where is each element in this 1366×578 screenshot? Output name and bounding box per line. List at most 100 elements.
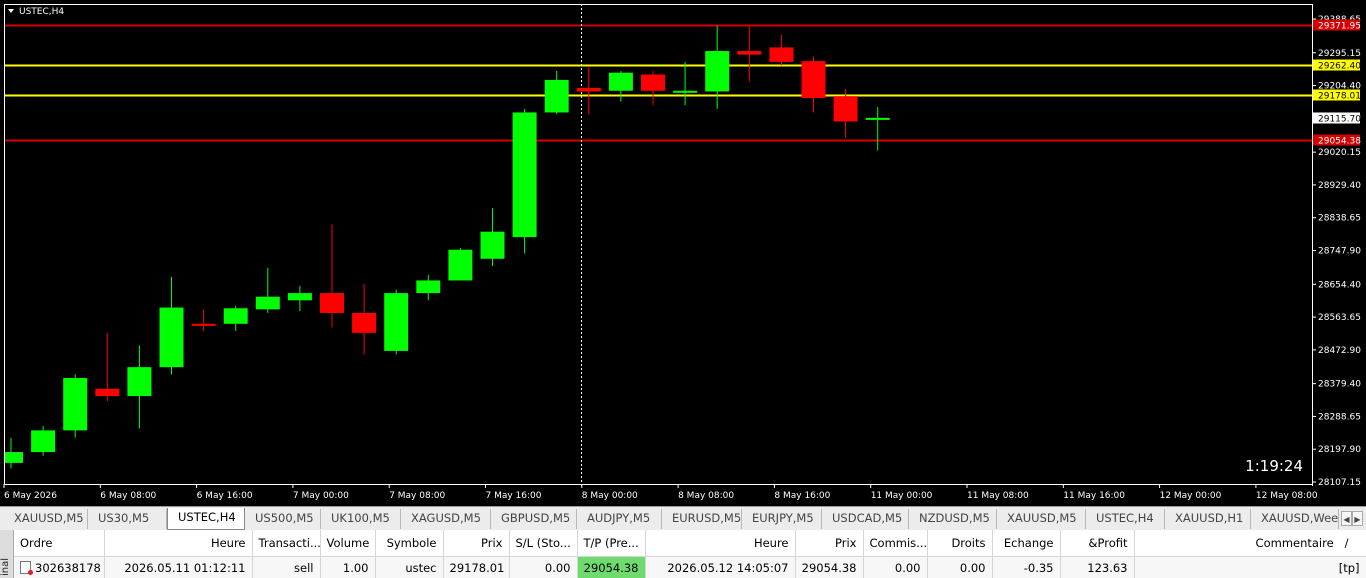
- column-header-commission[interactable]: Commis...: [863, 530, 928, 557]
- cell-profit: 123.63: [1060, 556, 1135, 578]
- sort-indicator-icon: /: [1344, 536, 1349, 550]
- candle-body: [287, 293, 312, 301]
- chart-tab[interactable]: UK100,M5: [321, 509, 401, 529]
- bar-countdown-timer: 1:19:24: [1245, 457, 1303, 475]
- table-row[interactable]: 302638178 2026.05.11 01:12:11 sell 1.00 …: [14, 556, 1366, 578]
- chart-tab[interactable]: XAUUSD,Weekl: [1251, 509, 1339, 529]
- column-header-profit[interactable]: &Profit: [1060, 530, 1135, 557]
- column-header-close-time[interactable]: Heure: [645, 530, 796, 557]
- chart-symbol-title: USTEC,H4: [19, 7, 64, 17]
- column-header-symbol[interactable]: Symbole: [375, 530, 444, 557]
- candle-body: [5, 452, 23, 463]
- price-axis-label: 28838.65: [1318, 214, 1361, 224]
- column-header-close-price[interactable]: Prix: [795, 530, 864, 557]
- price-axis-label: 28107.15: [1318, 478, 1361, 488]
- candle: [384, 289, 409, 355]
- chart-tab[interactable]: GBPUSD,M5: [491, 509, 577, 529]
- column-header-open-time[interactable]: Heure: [104, 530, 253, 557]
- candle-body: [737, 51, 762, 55]
- cell-take-profit: 29054.38: [577, 556, 646, 578]
- price-axis-label: 28563.65: [1318, 313, 1361, 323]
- time-axis-label: 11 May 00:00: [871, 491, 933, 501]
- candle-body: [191, 323, 216, 326]
- cell-type: sell: [252, 556, 321, 578]
- column-header-volume[interactable]: Volume: [320, 530, 376, 557]
- price-axis-label: 29295.15: [1318, 49, 1361, 59]
- cell-open-time: 2026.05.11 01:12:11: [104, 556, 253, 578]
- cell-symbol: ustec: [375, 556, 444, 578]
- time-axis-label: 8 May 08:00: [678, 491, 734, 501]
- time-axis-label: 6 May 2026: [4, 491, 57, 501]
- price-axis-label: 28197.90: [1318, 445, 1361, 455]
- column-header-fees[interactable]: Droits: [927, 530, 993, 557]
- candle-body: [223, 308, 248, 324]
- column-header-comment[interactable]: Commentaire /: [1134, 530, 1366, 557]
- chart-tab[interactable]: EURUSD,M5: [662, 509, 742, 529]
- level-price-label: 29054.38: [1318, 137, 1361, 147]
- table-header-row: Ordre Heure Transacti... Volume Symbole …: [14, 530, 1366, 557]
- column-header-price[interactable]: Prix: [443, 530, 510, 557]
- cell-price: 29178.01: [443, 556, 510, 578]
- chart-tab[interactable]: US30,M5: [88, 509, 167, 529]
- cell-order: 302638178: [14, 556, 105, 578]
- trade-history-table: Ordre Heure Transacti... Volume Symbole …: [14, 530, 1366, 578]
- candle-body: [544, 79, 569, 113]
- chart-tab[interactable]: AUDJPY,M5: [577, 509, 662, 529]
- candle-body: [865, 117, 890, 120]
- time-axis-label: 8 May 00:00: [582, 491, 638, 501]
- chart-tab[interactable]: USTEC,H4: [1086, 509, 1165, 529]
- terminal-side-tab[interactable]: inal: [0, 530, 14, 578]
- chart-tab[interactable]: XAUUSD,M5: [997, 509, 1086, 529]
- candle: [63, 374, 88, 438]
- candle-body: [673, 90, 698, 93]
- chart-tab[interactable]: USTEC,H4: [167, 508, 245, 530]
- column-header-type[interactable]: Transacti...: [252, 530, 321, 557]
- level-price-label: 29262.40: [1318, 62, 1361, 72]
- candle-body: [95, 388, 120, 397]
- candle-body: [352, 312, 377, 333]
- chart-tab[interactable]: XAUUSD,M5: [4, 509, 88, 529]
- cell-volume: 1.00: [320, 556, 376, 578]
- column-header-order[interactable]: Ordre: [14, 530, 105, 557]
- tabs-scroll-right-icon[interactable]: ▶: [1352, 511, 1363, 526]
- level-price-label: 29178.01: [1318, 92, 1361, 102]
- candle-body: [576, 87, 601, 92]
- time-axis-label: 7 May 00:00: [293, 491, 349, 501]
- candle-body: [608, 72, 633, 91]
- candle-body: [320, 293, 344, 313]
- chart-tab[interactable]: US500,M5: [245, 509, 321, 529]
- chart-area[interactable]: USTEC,H4 29388.6529295.1529204.4029115.7…: [0, 0, 1366, 506]
- column-header-swap[interactable]: Echange: [992, 530, 1061, 557]
- column-header-take-profit[interactable]: T/P (Pre...: [577, 530, 646, 557]
- chart-tab[interactable]: XAUUSD,H1: [1165, 509, 1251, 529]
- time-axis-label: 11 May 08:00: [967, 491, 1029, 501]
- chart-tab[interactable]: EURJPY,M5: [742, 509, 822, 529]
- price-axis-label: 28288.65: [1318, 412, 1361, 422]
- candle-body: [801, 61, 826, 98]
- cell-close-price: 29054.38: [795, 556, 864, 578]
- price-axis-label: 28472.90: [1318, 346, 1361, 356]
- chart-tab[interactable]: USDCAD,M5: [822, 509, 909, 529]
- cell-close-time: 2026.05.12 14:05:07: [645, 556, 796, 578]
- price-axis-label: 29020.15: [1318, 148, 1361, 158]
- candle-body: [448, 249, 473, 281]
- level-price-label: 29371.95: [1318, 22, 1361, 32]
- time-axis-label: 11 May 16:00: [1063, 491, 1125, 501]
- candlestick-chart[interactable]: USTEC,H4 29388.6529295.1529204.4029115.7…: [0, 0, 1366, 506]
- time-axis-label: 12 May 00:00: [1160, 491, 1222, 501]
- chart-tab[interactable]: XAGUSD,M5: [401, 509, 491, 529]
- candle-body: [480, 231, 505, 259]
- current-price-label: 29115.70: [1318, 115, 1361, 125]
- tabs-scroll-left-icon[interactable]: ◀: [1341, 511, 1352, 526]
- candle: [512, 108, 537, 254]
- candle: [31, 426, 56, 456]
- price-axis-label: 28654.40: [1318, 280, 1361, 290]
- candle-body: [255, 296, 280, 310]
- cell-comment: [tp]: [1134, 556, 1366, 578]
- candle-body: [63, 378, 88, 431]
- candle-body: [769, 47, 794, 62]
- chart-tab[interactable]: NZDUSD,M5: [909, 509, 997, 529]
- candle: [448, 247, 473, 281]
- candle-body: [31, 430, 56, 453]
- column-header-stop-loss[interactable]: S/L (Sto...: [509, 530, 578, 557]
